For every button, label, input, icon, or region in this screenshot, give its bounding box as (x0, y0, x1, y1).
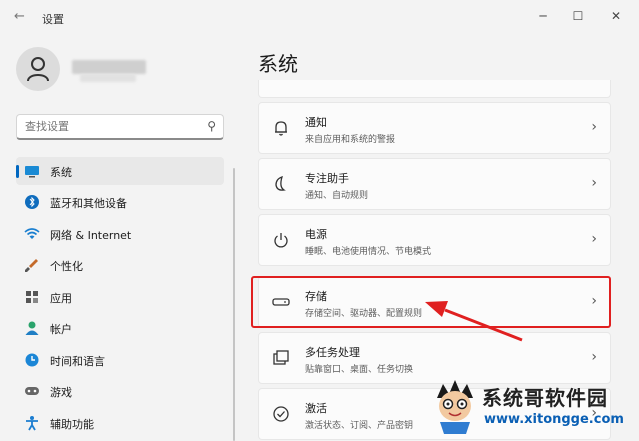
annotation-arrow (425, 301, 523, 342)
watermark-url: www.xitongge.com (484, 412, 624, 427)
mascot-icon (437, 380, 473, 434)
watermark-logo: 系统哥软件园 www.xitongge.com (432, 376, 637, 440)
watermark-title: 系统哥软件园 (482, 386, 608, 410)
